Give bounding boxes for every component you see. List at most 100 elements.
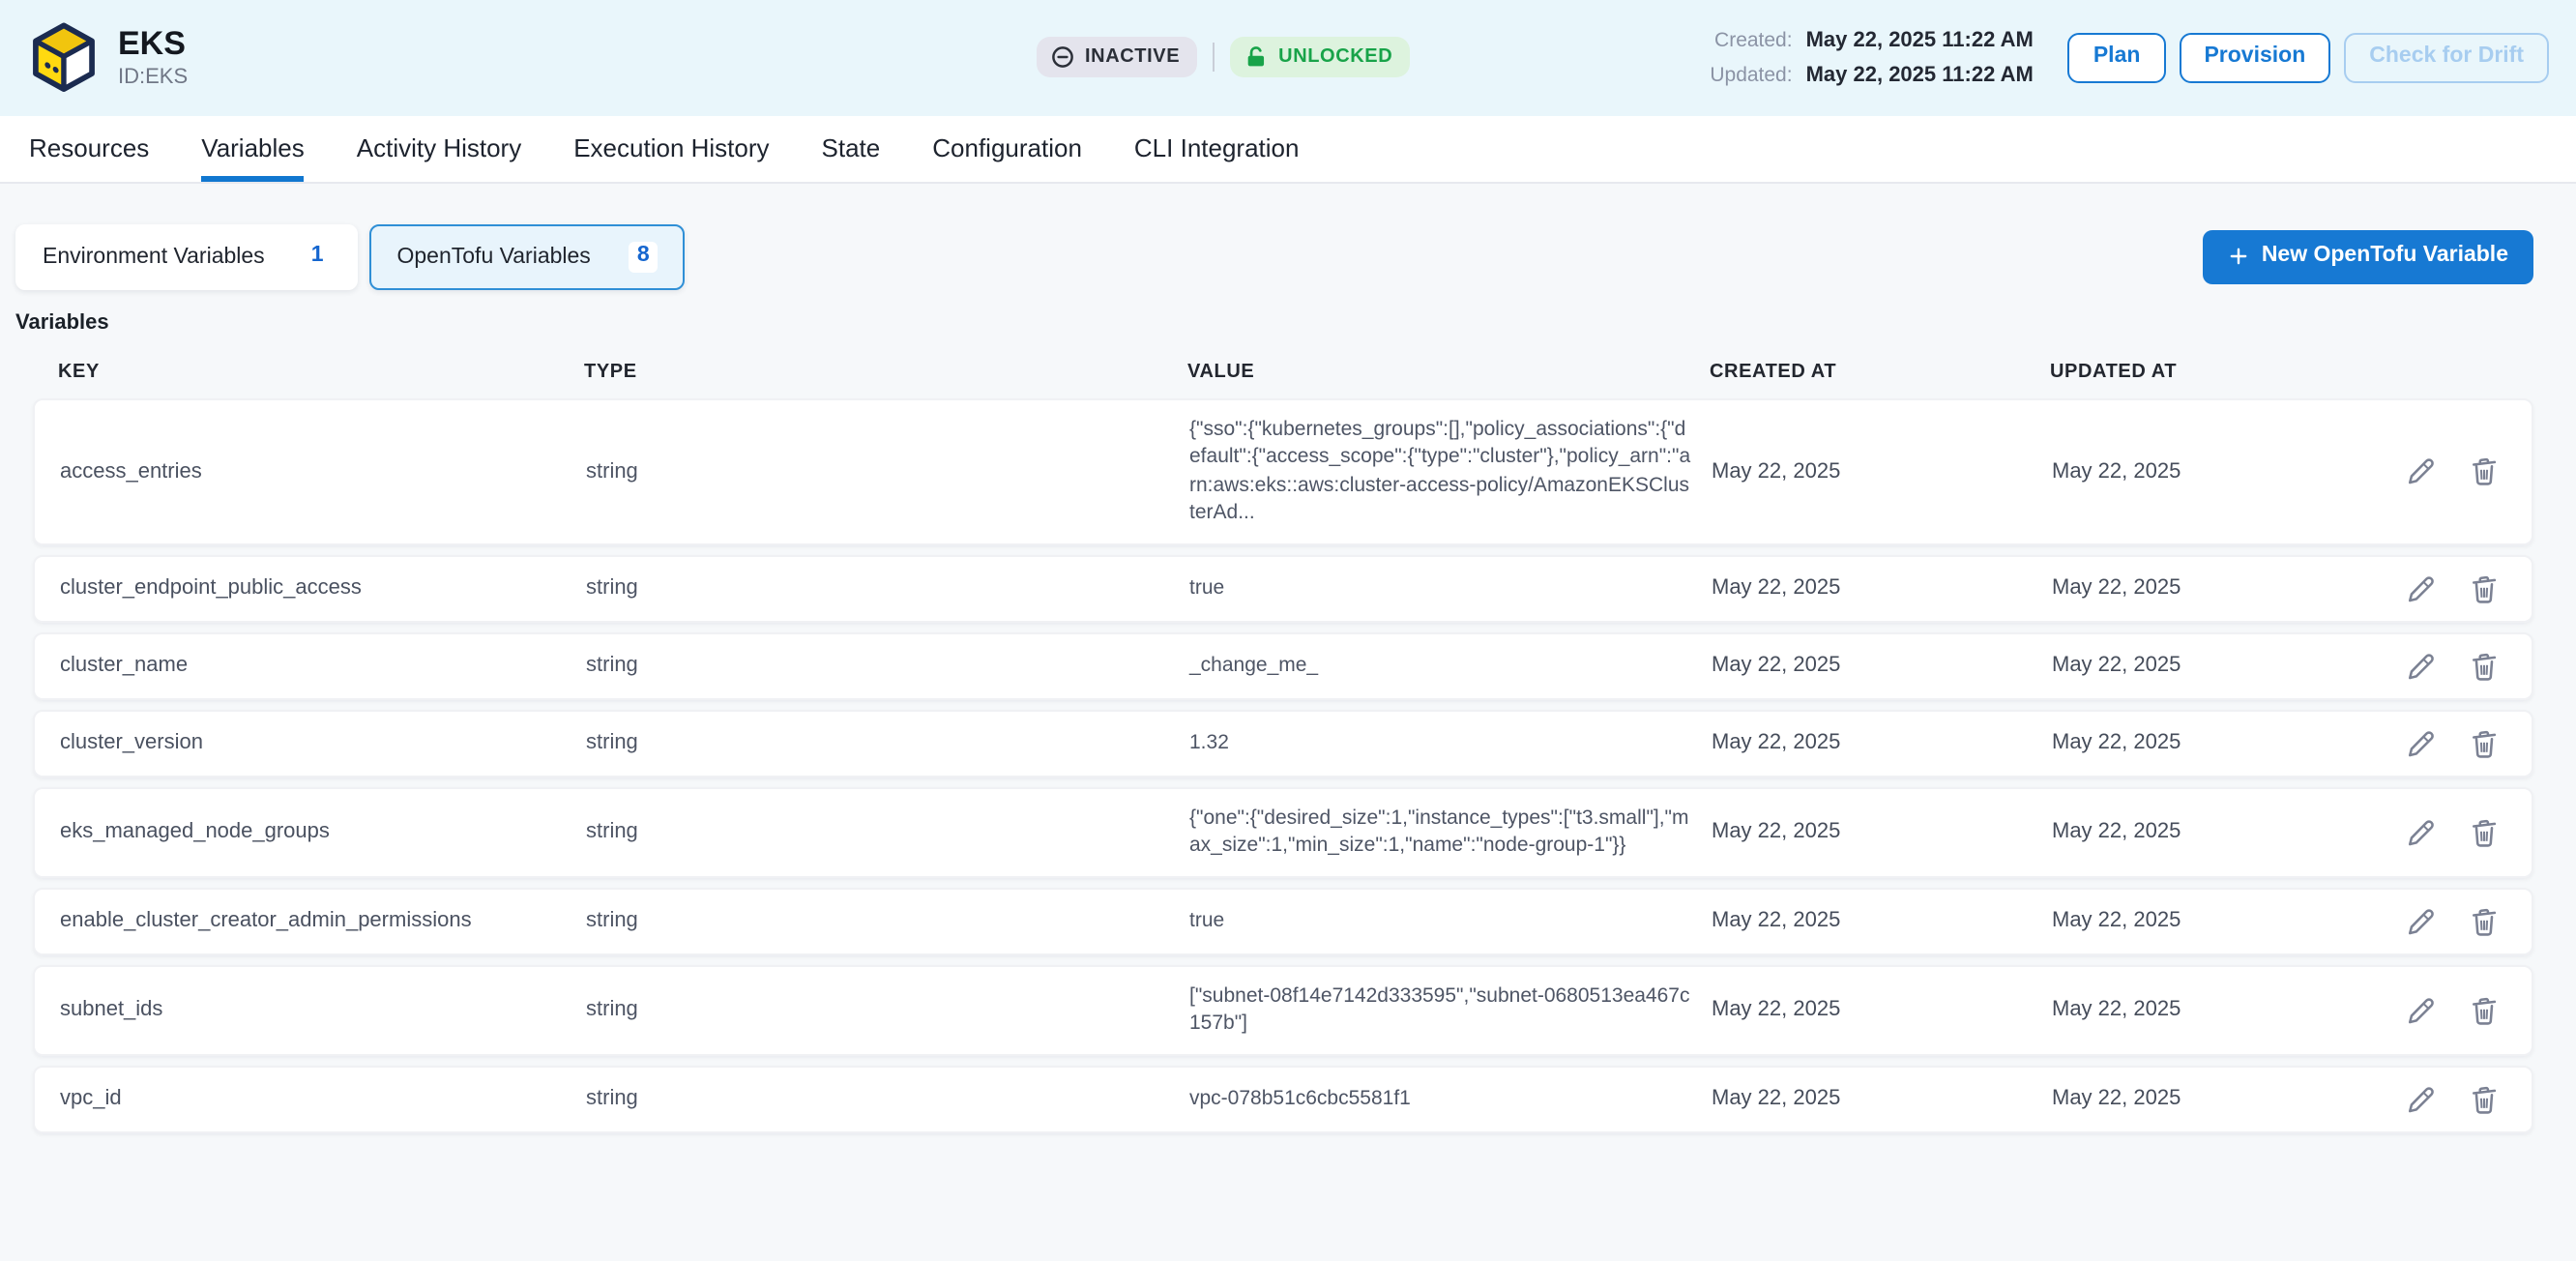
- provision-button[interactable]: Provision: [2179, 33, 2330, 83]
- plus-icon: [2229, 247, 2250, 268]
- trash-icon: [2468, 649, 2501, 682]
- edit-variable-button[interactable]: [2406, 649, 2439, 682]
- subtab-count-badge: 8: [629, 242, 658, 273]
- edit-variable-button[interactable]: [2406, 726, 2439, 759]
- tab-state[interactable]: State: [822, 116, 881, 182]
- trash-icon: [2468, 1082, 2501, 1115]
- header-actions: Plan Provision Check for Drift: [2068, 33, 2549, 83]
- tab-execution-history[interactable]: Execution History: [573, 116, 769, 182]
- minus-circle-icon: [1050, 44, 1075, 70]
- trash-icon: [2468, 455, 2501, 488]
- delete-variable-button[interactable]: [2468, 455, 2501, 488]
- column-header-key: KEY: [58, 362, 584, 383]
- updated-value: May 22, 2025 11:22 AM: [1806, 64, 2034, 87]
- pencil-icon: [2406, 649, 2439, 682]
- edit-variable-button[interactable]: [2406, 993, 2439, 1026]
- table-header-row: KEY TYPE VALUE CREATED AT UPDATED AT: [33, 335, 2533, 398]
- column-header-type: TYPE: [584, 362, 1187, 383]
- edit-variable-button[interactable]: [2406, 455, 2439, 488]
- trash-icon: [2468, 904, 2501, 937]
- new-variable-button-label: New OpenTofu Variable: [2262, 244, 2508, 271]
- variable-type-subtabs: Environment Variables 1 OpenTofu Variabl…: [15, 224, 685, 290]
- column-header-updated-at: UPDATED AT: [2050, 362, 2359, 383]
- check-for-drift-button[interactable]: Check for Drift: [2344, 33, 2549, 83]
- variable-value: vpc-078b51c6cbc5581f1: [1189, 1085, 1708, 1113]
- environment-page: EKS ID:EKS INACTIVE UNLOCKED Created: Ma…: [0, 0, 2576, 1261]
- updated-label: Updated:: [1710, 64, 1792, 87]
- table-row: cluster_version string 1.32 May 22, 2025…: [33, 709, 2533, 777]
- variable-created-at: May 22, 2025: [1712, 654, 2052, 677]
- table-row: cluster_endpoint_public_access string tr…: [33, 554, 2533, 622]
- delete-variable-button[interactable]: [2468, 993, 2501, 1026]
- column-header-value: VALUE: [1187, 362, 1710, 383]
- variable-value: 1.32: [1189, 729, 1708, 757]
- delete-variable-button[interactable]: [2468, 815, 2501, 848]
- tab-activity-history[interactable]: Activity History: [357, 116, 521, 182]
- trash-icon: [2468, 726, 2501, 759]
- pencil-icon: [2406, 993, 2439, 1026]
- environment-tabs: Resources Variables Activity History Exe…: [0, 116, 2576, 184]
- trash-icon: [2468, 572, 2501, 604]
- page-title: EKS: [118, 26, 188, 62]
- variables-table: KEY TYPE VALUE CREATED AT UPDATED AT acc…: [33, 335, 2533, 1133]
- variable-value: true: [1189, 907, 1708, 935]
- variable-created-at: May 22, 2025: [1712, 909, 2052, 932]
- tab-configuration[interactable]: Configuration: [932, 116, 1082, 182]
- delete-variable-button[interactable]: [2468, 726, 2501, 759]
- variable-type: string: [586, 820, 1189, 843]
- variable-created-at: May 22, 2025: [1712, 731, 2052, 754]
- delete-variable-button[interactable]: [2468, 904, 2501, 937]
- variable-key: access_entries: [60, 460, 586, 484]
- delete-variable-button[interactable]: [2468, 649, 2501, 682]
- table-row: subnet_ids string ["subnet-08f14e7142d33…: [33, 964, 2533, 1055]
- variable-updated-at: May 22, 2025: [2052, 909, 2361, 932]
- pencil-icon: [2406, 572, 2439, 604]
- subtab-environment-variables[interactable]: Environment Variables 1: [15, 224, 359, 290]
- variables-section-title: Variables: [15, 311, 2576, 335]
- variable-type: string: [586, 998, 1189, 1021]
- subtab-opentofu-variables[interactable]: OpenTofu Variables 8: [370, 224, 685, 290]
- edit-variable-button[interactable]: [2406, 815, 2439, 848]
- trash-icon: [2468, 993, 2501, 1026]
- created-updated-meta: Created: May 22, 2025 11:22 AM Updated: …: [1710, 29, 2034, 87]
- variable-value: _change_me_: [1189, 652, 1708, 680]
- variable-value: true: [1189, 574, 1708, 602]
- tab-resources[interactable]: Resources: [29, 116, 149, 182]
- delete-variable-button[interactable]: [2468, 1082, 2501, 1115]
- edit-variable-button[interactable]: [2406, 572, 2439, 604]
- variable-key: subnet_ids: [60, 998, 586, 1021]
- table-row: cluster_name string _change_me_ May 22, …: [33, 631, 2533, 699]
- status-badge-unlocked: UNLOCKED: [1230, 37, 1410, 77]
- new-opentofu-variable-button[interactable]: New OpenTofu Variable: [2204, 230, 2533, 284]
- variable-updated-at: May 22, 2025: [2052, 460, 2361, 484]
- subtab-label: Environment Variables: [43, 246, 265, 269]
- pencil-icon: [2406, 1082, 2439, 1115]
- plan-button[interactable]: Plan: [2068, 33, 2166, 83]
- variable-created-at: May 22, 2025: [1712, 820, 2052, 843]
- edit-variable-button[interactable]: [2406, 904, 2439, 937]
- variable-type: string: [586, 460, 1189, 484]
- environment-brand: EKS ID:EKS: [27, 21, 188, 95]
- status-badge-inactive: INACTIVE: [1037, 37, 1197, 77]
- variable-created-at: May 22, 2025: [1712, 576, 2052, 600]
- pencil-icon: [2406, 726, 2439, 759]
- variable-type: string: [586, 576, 1189, 600]
- variable-updated-at: May 22, 2025: [2052, 998, 2361, 1021]
- edit-variable-button[interactable]: [2406, 1082, 2439, 1115]
- table-row: enable_cluster_creator_admin_permissions…: [33, 887, 2533, 954]
- subtab-label: OpenTofu Variables: [397, 246, 591, 269]
- variable-type: string: [586, 654, 1189, 677]
- table-row: access_entries string {"sso":{"kubernete…: [33, 398, 2533, 545]
- tab-variables[interactable]: Variables: [201, 116, 304, 182]
- created-label: Created:: [1710, 29, 1792, 52]
- table-row: vpc_id string vpc-078b51c6cbc5581f1 May …: [33, 1065, 2533, 1132]
- variable-type: string: [586, 731, 1189, 754]
- variable-key: eks_managed_node_groups: [60, 820, 586, 843]
- tab-cli-integration[interactable]: CLI Integration: [1134, 116, 1300, 182]
- variable-value: ["subnet-08f14e7142d333595","subnet-0680…: [1189, 982, 1708, 1038]
- variable-key: cluster_name: [60, 654, 586, 677]
- environment-id: ID:EKS: [118, 67, 188, 90]
- environment-header: EKS ID:EKS INACTIVE UNLOCKED Created: Ma…: [0, 0, 2576, 116]
- delete-variable-button[interactable]: [2468, 572, 2501, 604]
- variable-updated-at: May 22, 2025: [2052, 1087, 2361, 1110]
